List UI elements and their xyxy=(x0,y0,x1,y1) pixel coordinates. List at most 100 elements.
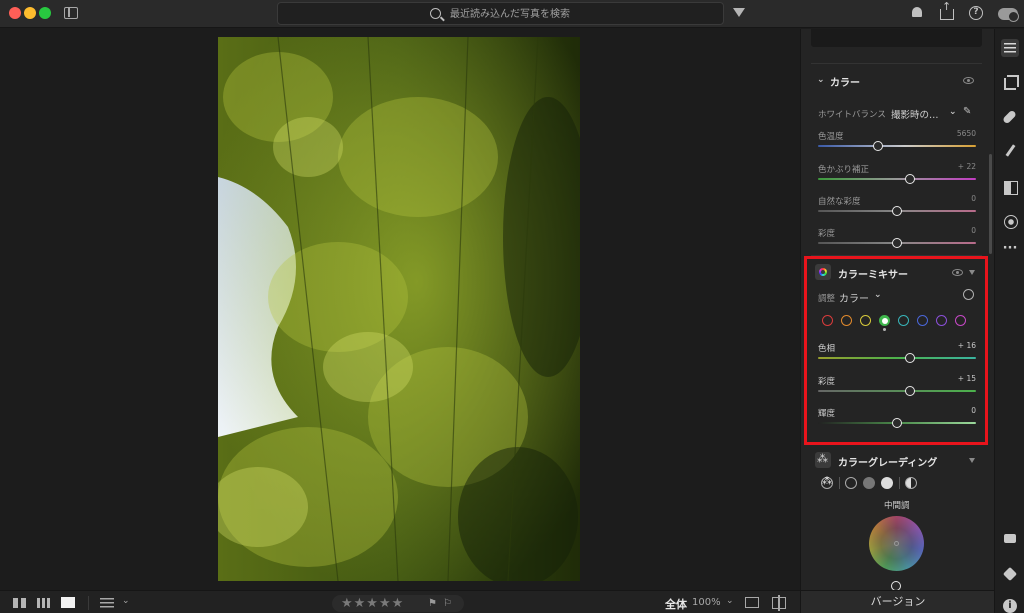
color-swatch-orange[interactable] xyxy=(841,315,852,326)
healing-brush-icon[interactable] xyxy=(1002,109,1018,125)
color-grading-title[interactable]: カラーグレーディング xyxy=(838,454,937,469)
color-mixer-icon xyxy=(815,264,831,280)
color-slider-value[interactable]: 0 xyxy=(936,194,976,203)
search-input[interactable] xyxy=(450,6,710,22)
color-slider-knob[interactable] xyxy=(892,206,902,216)
compare-view-icon[interactable] xyxy=(745,597,759,608)
eye-icon[interactable] xyxy=(963,77,974,84)
square-grid-view-icon[interactable] xyxy=(13,598,26,608)
crop-icon[interactable] xyxy=(1002,75,1019,92)
mixer-slider-label: 輝度 xyxy=(818,409,836,419)
mixer-slider-knob[interactable] xyxy=(904,386,915,396)
photo-bamboo-forest[interactable] xyxy=(218,37,580,581)
info-icon[interactable] xyxy=(1002,598,1018,613)
flag-pick-icon[interactable]: ⚑ xyxy=(428,597,437,610)
mixer-slider-value[interactable]: + 16 xyxy=(936,341,976,350)
tool-strip: ··· xyxy=(994,29,1024,613)
mode-separator xyxy=(899,477,900,489)
midtones-color-wheel[interactable] xyxy=(869,516,924,571)
flag-reject-icon[interactable]: ⚐ xyxy=(443,597,452,610)
color-swatch-magenta[interactable] xyxy=(955,315,966,326)
adjust-label: 調整 xyxy=(818,294,836,304)
white-balance-chevron-icon[interactable]: ⌄ xyxy=(949,107,957,117)
color-mixer-title[interactable]: カラーミキサー xyxy=(838,266,908,281)
shadows-grading-icon[interactable] xyxy=(845,477,857,489)
midtones-grading-icon[interactable] xyxy=(863,477,875,489)
sidebar-toggle-icon[interactable] xyxy=(64,7,78,19)
global-grading-icon[interactable] xyxy=(905,477,917,489)
before-after-icon[interactable] xyxy=(772,595,786,611)
edit-panel: ⌄ カラー ホワイトバランス 撮影時の… ⌄ ✎ カラーミキサー 調整 カラー … xyxy=(800,29,994,613)
color-slider-knob[interactable] xyxy=(904,174,915,184)
minimize-window-button[interactable] xyxy=(24,7,36,19)
star-rating[interactable]: ★★★★★ xyxy=(341,595,404,612)
color-slider-track[interactable] xyxy=(818,145,976,147)
color-slider-value[interactable]: 0 xyxy=(936,226,976,235)
title-bar: ? xyxy=(0,0,1024,28)
color-slider-track[interactable] xyxy=(818,178,976,180)
eye-icon[interactable] xyxy=(952,269,963,276)
close-window-button[interactable] xyxy=(9,7,21,19)
active-swatch-indicator xyxy=(883,328,886,331)
bell-icon[interactable] xyxy=(910,6,924,20)
section-collapse-triangle-icon[interactable] xyxy=(969,270,975,275)
targeted-adjustment-icon[interactable] xyxy=(963,289,974,300)
color-slider-knob[interactable] xyxy=(892,238,902,248)
mixer-slider-knob[interactable] xyxy=(904,353,915,363)
eyedropper-icon[interactable]: ✎ xyxy=(963,106,971,117)
section-collapse-triangle-icon[interactable] xyxy=(969,458,975,463)
bottom-toolbar: ⌄ ★★★★★ ⚑ ⚐ 全体 100% ⌄ xyxy=(0,590,800,613)
color-section-title[interactable]: カラー xyxy=(830,74,860,89)
share-icon[interactable] xyxy=(940,0,954,20)
white-balance-select[interactable]: 撮影時の… xyxy=(891,107,939,121)
zoom-fit-label[interactable]: 全体 xyxy=(665,596,687,612)
search-box[interactable] xyxy=(277,2,724,25)
filter-icon[interactable] xyxy=(733,8,745,17)
mixer-slider-value[interactable]: 0 xyxy=(936,406,976,415)
cloud-sync-icon[interactable] xyxy=(998,8,1019,22)
color-swatch-green[interactable] xyxy=(879,315,890,326)
panel-divider xyxy=(811,255,982,256)
zoom-value[interactable]: 100% xyxy=(692,597,721,608)
mixer-slider-track[interactable] xyxy=(818,390,976,392)
panel-top-well xyxy=(811,29,982,47)
color-slider-label: 色温度 xyxy=(818,132,844,142)
panel-scrollbar[interactable] xyxy=(989,154,992,254)
zoom-window-button[interactable] xyxy=(39,7,51,19)
color-swatch-purple[interactable] xyxy=(936,315,947,326)
adjust-chevron-icon[interactable]: ⌄ xyxy=(874,290,882,300)
color-swatch-yellow[interactable] xyxy=(860,315,871,326)
comment-icon[interactable] xyxy=(1002,531,1018,547)
mixer-slider-label: 色相 xyxy=(818,344,836,354)
color-slider-label: 自然な彩度 xyxy=(818,197,861,207)
sort-icon[interactable] xyxy=(100,598,114,608)
detail-view-icon[interactable] xyxy=(61,597,75,608)
edit-sliders-icon[interactable] xyxy=(1001,39,1019,57)
color-slider-value[interactable]: + 22 xyxy=(936,162,976,171)
sort-chevron-down-icon[interactable]: ⌄ xyxy=(122,596,130,606)
tag-icon[interactable] xyxy=(1002,566,1018,582)
mixer-slider-knob[interactable] xyxy=(892,418,902,428)
photo-grid-view-icon[interactable] xyxy=(37,598,50,608)
mixer-slider-value[interactable]: + 15 xyxy=(936,374,976,383)
mode-separator xyxy=(839,477,840,489)
version-button[interactable]: バージョン xyxy=(801,590,994,613)
color-slider-value[interactable]: 5650 xyxy=(936,129,976,138)
linear-gradient-icon[interactable] xyxy=(1002,179,1018,195)
brush-icon[interactable] xyxy=(1002,144,1018,160)
highlights-grading-icon[interactable] xyxy=(881,477,893,489)
adjust-select[interactable]: カラー xyxy=(839,290,869,305)
three-way-grading-icon[interactable] xyxy=(821,476,833,489)
help-icon[interactable]: ? xyxy=(969,6,983,20)
mixer-slider-track[interactable] xyxy=(818,357,976,359)
more-icon[interactable]: ··· xyxy=(1002,242,1018,261)
radial-gradient-icon[interactable] xyxy=(1002,213,1018,229)
zoom-chevron-down-icon[interactable]: ⌄ xyxy=(726,596,734,606)
color-swatch-red[interactable] xyxy=(822,315,833,326)
color-swatch-aqua[interactable] xyxy=(898,315,909,326)
color-section-chevron-icon[interactable]: ⌄ xyxy=(817,75,825,85)
color-wheel-handle[interactable] xyxy=(894,541,899,546)
panel-divider xyxy=(811,443,982,444)
color-swatch-blue[interactable] xyxy=(917,315,928,326)
color-slider-knob[interactable] xyxy=(873,141,884,151)
